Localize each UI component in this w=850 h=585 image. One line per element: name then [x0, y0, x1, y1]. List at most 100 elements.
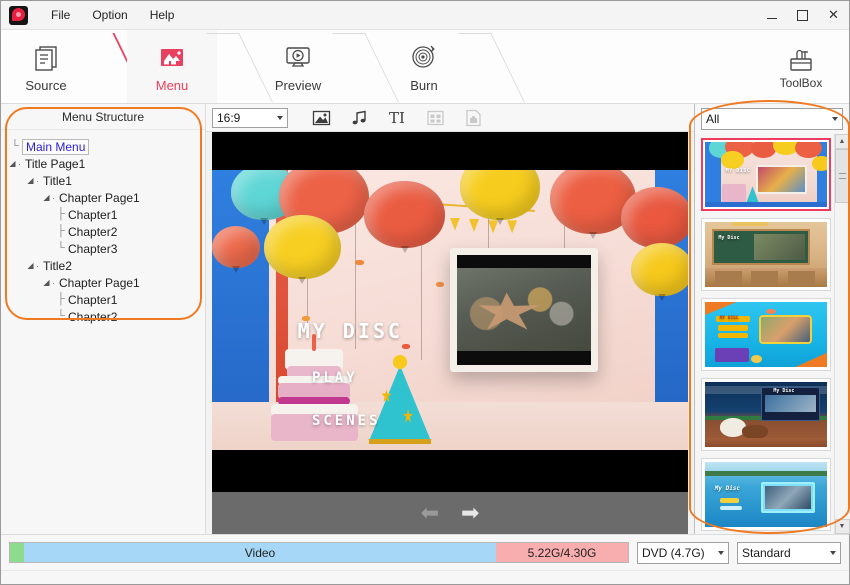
tab-burn[interactable]: Burn — [379, 30, 469, 103]
disc-burn-icon — [407, 41, 441, 73]
menu-help[interactable]: Help — [139, 5, 186, 25]
tree-label: Chapter Page1 — [57, 191, 142, 205]
menu-item-scenes[interactable]: SCENES — [312, 413, 381, 429]
disc-type-value: DVD (4.7G) — [642, 546, 712, 560]
tree-item-main-menu[interactable]: └ Main Menu — [5, 138, 205, 155]
template-classroom-chalkboard[interactable]: My Disc — [701, 218, 831, 291]
tree-item-chapter1-b[interactable]: ├ Chapter1 — [5, 291, 205, 308]
template-list-row: MY DISC My Disc — [695, 134, 849, 534]
expander-icon[interactable]: ◢ — [25, 261, 36, 270]
main-body: Menu Structure └ Main Menu ◢ · Title Pag… — [1, 104, 849, 534]
step-separator-3 — [343, 30, 379, 103]
capacity-menu-segment — [10, 543, 24, 562]
template-filter-row: All — [695, 104, 849, 134]
menu-item-play[interactable]: PLAY — [312, 370, 358, 386]
template-art: My Disc — [705, 222, 827, 287]
expander-icon[interactable]: ◢ — [25, 176, 36, 185]
tree-label: Chapter1 — [68, 208, 119, 222]
canvas-tool-buttons: TI — [310, 107, 484, 129]
step-tab-bar: Source Menu — [1, 30, 849, 104]
scroll-down-icon[interactable]: ▼ — [835, 519, 850, 534]
template-birthday-balloons[interactable]: MY DISC — [701, 138, 831, 211]
quality-select[interactable]: Standard — [737, 542, 841, 564]
tab-toolbox[interactable]: ToolBox — [753, 30, 849, 103]
tree-label: Title1 — [41, 174, 74, 188]
tab-preview[interactable]: Preview — [253, 30, 343, 103]
tree-label: Chapter Page1 — [57, 276, 142, 290]
arrow-left-icon[interactable]: ⬅ — [421, 502, 439, 524]
tree-label: Title Page1 — [23, 157, 87, 171]
confetti — [355, 260, 364, 265]
tree-elbow-icon: ├ — [57, 294, 68, 305]
template-panel: All — [694, 104, 849, 534]
tree-item-chapter-page1-a[interactable]: ◢ · Chapter Page1 — [5, 189, 205, 206]
tree-item-chapter2-a[interactable]: ├ Chapter2 — [5, 223, 205, 240]
tab-menu[interactable]: Menu — [127, 30, 217, 103]
template-title: My Disc — [715, 485, 740, 492]
tab-toolbox-label: ToolBox — [780, 76, 823, 90]
tab-burn-label: Burn — [410, 78, 437, 93]
tree-item-chapter1-a[interactable]: ├ Chapter1 — [5, 206, 205, 223]
background-image-icon[interactable] — [310, 107, 332, 129]
window-controls: ✕ — [756, 1, 849, 29]
scrollbar-track[interactable] — [835, 149, 850, 519]
menu-option[interactable]: Option — [81, 5, 138, 25]
thumbnail-layout-icon[interactable] — [424, 107, 446, 129]
step-separator-4 — [469, 30, 505, 103]
tree-item-title-page1[interactable]: ◢ · Title Page1 — [5, 155, 205, 172]
step-separator-2 — [217, 30, 253, 103]
expander-icon[interactable]: ◢ — [41, 193, 52, 202]
tree-item-chapter2-b[interactable]: └ Chapter2 — [5, 308, 205, 325]
menu-structure-tree: └ Main Menu ◢ · Title Page1 ◢ · Title1 ◢… — [1, 130, 205, 325]
capacity-size-label: 5.22G/4.30G — [528, 546, 597, 560]
template-filter-select[interactable]: All — [701, 108, 843, 130]
disc-type-select[interactable]: DVD (4.7G) — [637, 542, 729, 564]
page-navigation-bar: ⬅ ➡ — [212, 492, 688, 534]
scroll-up-icon[interactable]: ▲ — [835, 134, 850, 149]
video-thumbnail-frame[interactable] — [450, 248, 598, 371]
maximize-icon[interactable] — [787, 1, 818, 29]
tree-elbow-icon: └ — [57, 243, 68, 254]
tree-item-chapter-page1-b[interactable]: ◢ · Chapter Page1 — [5, 274, 205, 291]
template-art: MY DISC — [705, 142, 827, 207]
template-baseball-stadium[interactable]: My Disc — [701, 378, 831, 451]
page-frame-icon[interactable] — [462, 107, 484, 129]
tab-source[interactable]: Source — [1, 30, 91, 103]
aspect-ratio-select[interactable]: 16:9 — [212, 108, 288, 128]
menu-file[interactable]: File — [40, 5, 81, 25]
template-title: MY DISC — [720, 316, 739, 321]
dvd-authoring-window: File Option Help ✕ Source — [0, 0, 850, 585]
tree-item-title1[interactable]: ◢ · Title1 — [5, 172, 205, 189]
arrow-right-icon[interactable]: ➡ — [461, 502, 479, 524]
quality-value: Standard — [742, 546, 824, 560]
chevron-down-icon — [830, 551, 836, 555]
menu-title-text[interactable]: MY DISC — [298, 319, 403, 343]
chevron-down-icon — [277, 116, 283, 120]
tree-label: Main Menu — [22, 139, 89, 155]
template-art: MY DISC — [705, 302, 827, 367]
chevron-down-icon — [832, 117, 838, 121]
menu-preview-stage[interactable]: MY DISC PLAY SCENES — [212, 132, 688, 492]
template-kids-cartoon[interactable]: MY DISC — [701, 298, 831, 371]
tree-item-chapter3-a[interactable]: └ Chapter3 — [5, 240, 205, 257]
minimize-icon[interactable] — [756, 1, 787, 29]
balloon-orange — [621, 187, 688, 249]
template-underwater-beach[interactable]: My Disc — [701, 458, 831, 531]
scrollbar-thumb[interactable] — [835, 149, 850, 203]
template-filter-value: All — [706, 112, 826, 126]
close-icon[interactable]: ✕ — [818, 1, 849, 29]
tree-label: Chapter2 — [68, 225, 119, 239]
balloon-orange — [212, 226, 260, 268]
expander-icon[interactable]: ◢ — [41, 278, 52, 287]
title-bar: File Option Help ✕ — [1, 1, 849, 30]
expander-icon[interactable]: ◢ — [7, 159, 18, 168]
template-scrollbar[interactable]: ▲ ▼ — [834, 134, 849, 534]
tree-item-title2[interactable]: ◢ · Title2 — [5, 257, 205, 274]
party-hat — [369, 360, 431, 444]
app-logo-icon — [9, 6, 28, 25]
tree-label: Chapter2 — [68, 310, 119, 324]
text-tool-icon[interactable]: TI — [386, 107, 408, 129]
confetti — [402, 344, 410, 349]
background-music-icon[interactable] — [348, 107, 370, 129]
status-bottom-line — [1, 570, 849, 584]
